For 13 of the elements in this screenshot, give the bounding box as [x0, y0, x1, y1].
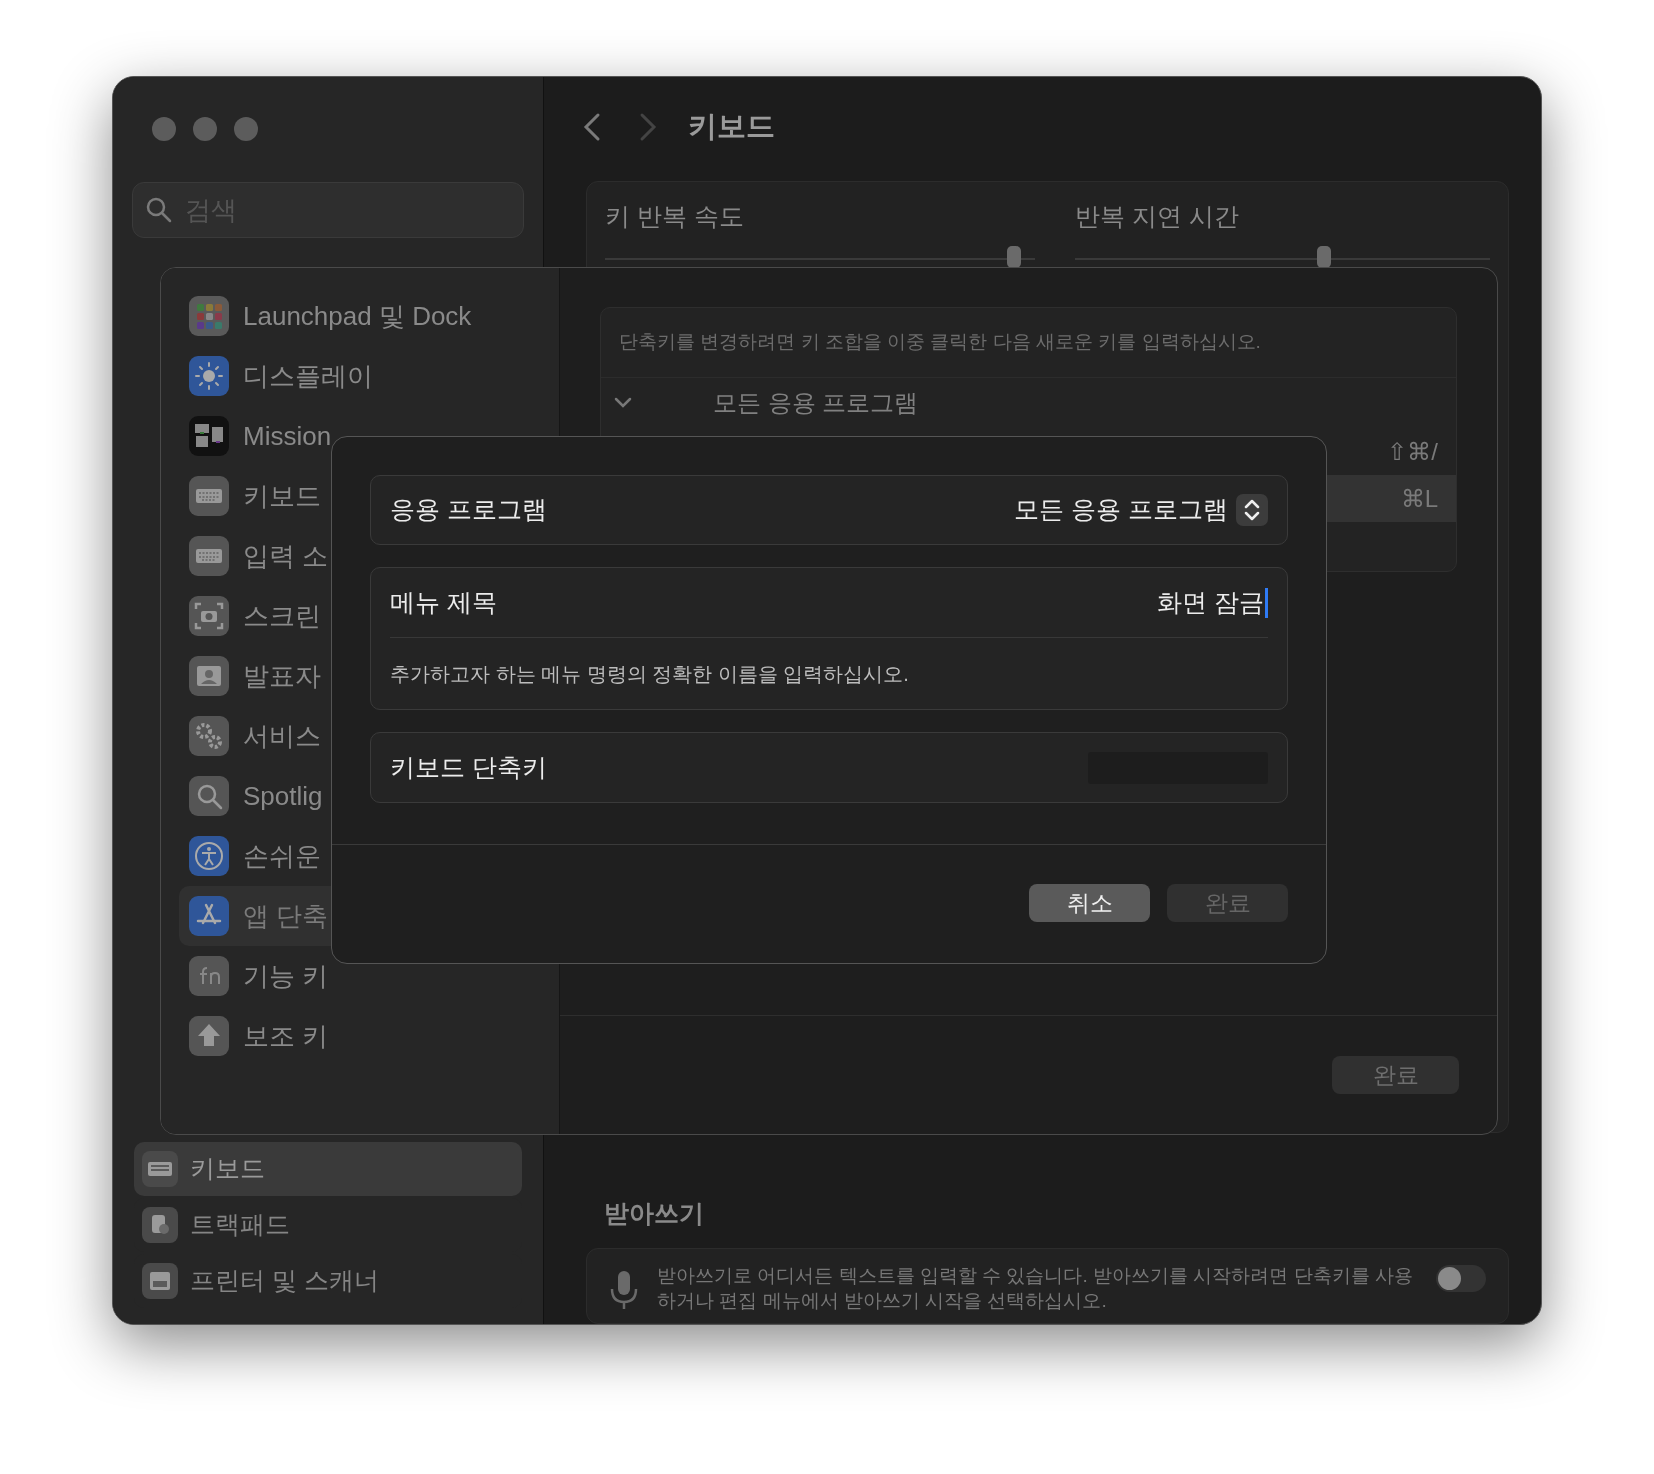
hint-text: 추가하고자 하는 메뉴 명령의 정확한 이름을 입력하십시오. [390, 661, 909, 687]
group-label: 모든 응용 프로그램 [713, 388, 919, 418]
hint-text: 단축키를 변경하려면 키 조합을 이중 클릭한 다음 새로운 키를 입력하십시오. [619, 330, 1261, 355]
page-title: 키보드 [688, 109, 775, 145]
shortcut-keys: ⌘L [1400, 480, 1438, 517]
slider-label: 반복 지연 시간 [1075, 200, 1240, 232]
shortcut-keys: ⇧⌘/ [1387, 433, 1438, 470]
slider-label: 키 반복 속도 [605, 200, 745, 232]
dictation-description: 받아쓰기로 어디서든 텍스트를 입력할 수 있습니다. 받아쓰기를 시작하려면 단축키를 사용하거나 편집 메뉴에서 받아쓰기 시작을 선택하십시오. [657, 1264, 1414, 1313]
field-label: 메뉴 제목 [390, 586, 497, 618]
field-label: 응용 프로그램 [390, 494, 547, 526]
field-label: 키보드 단축키 [390, 751, 547, 783]
section-title: 받아쓰기 [604, 1197, 705, 1229]
